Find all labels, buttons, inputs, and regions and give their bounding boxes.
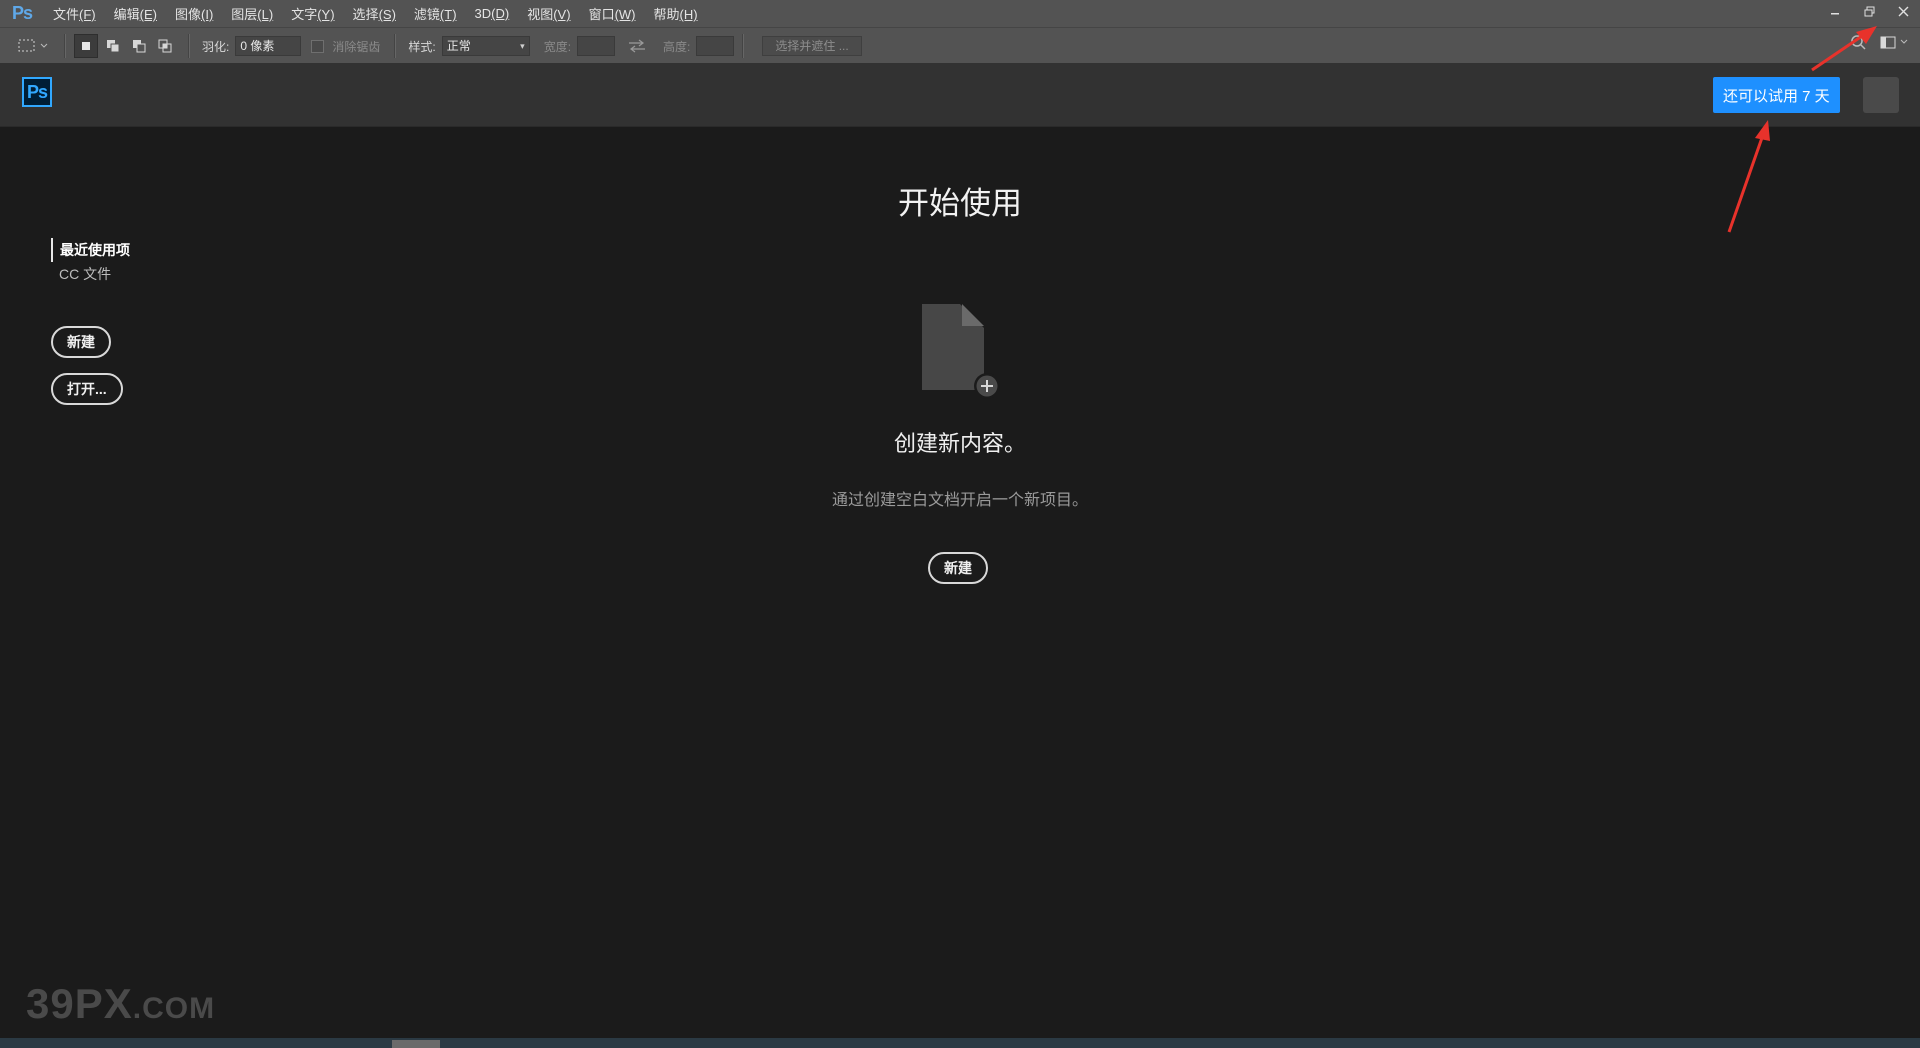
menu-edit[interactable]: 编辑(E): [105, 4, 166, 23]
workspace-switcher[interactable]: [1880, 36, 1908, 49]
style-select[interactable]: 正常 ▾: [441, 36, 530, 56]
feather-input[interactable]: 0 像素: [235, 36, 302, 56]
menu-layer[interactable]: 图层(L): [222, 4, 282, 23]
restore-icon: [1864, 6, 1874, 16]
new-selection-icon: [82, 42, 90, 50]
close-button[interactable]: [1886, 0, 1920, 22]
options-bar: 羽化: 0 像素 消除锯齿 样式: 正常 ▾ 宽度: 高度: 选择并遮住 ...: [0, 27, 1920, 65]
app-logo: Ps: [11, 3, 33, 23]
watermark: 39PX.COM: [26, 980, 216, 1027]
separator: [64, 34, 66, 58]
chevron-down-icon: [40, 43, 48, 48]
add-selection-button[interactable]: [102, 35, 124, 57]
tool-preset-picker[interactable]: [18, 34, 56, 58]
window-controls: [1818, 0, 1920, 27]
swap-dimensions-icon[interactable]: [627, 39, 647, 53]
options-right-tools: [1850, 34, 1908, 50]
menu-select[interactable]: 选择(S): [344, 4, 405, 23]
trial-days-button[interactable]: 还可以试用 7 天: [1713, 77, 1840, 113]
search-icon[interactable]: [1850, 34, 1866, 50]
separator: [394, 34, 397, 58]
close-icon: [1898, 6, 1908, 16]
new-selection-button[interactable]: [74, 34, 98, 58]
separator: [188, 34, 190, 58]
restore-button[interactable]: [1852, 0, 1886, 22]
photoshop-logo: Ps: [22, 77, 52, 107]
menu-3d[interactable]: 3D(D): [466, 6, 519, 21]
width-label: 宽度:: [543, 39, 572, 54]
create-new-title: 创建新内容。: [893, 431, 1026, 456]
minimize-icon: [1831, 13, 1839, 15]
feather-label: 羽化:: [202, 39, 230, 54]
sidebar-item-recent[interactable]: 最近使用项: [51, 238, 130, 262]
annotation-arrows: [1727, 26, 1877, 233]
workspace-icon: [1880, 36, 1896, 48]
sidebar-nav: 最近使用项 CC 文件: [51, 238, 130, 286]
menu-view[interactable]: 视图(V): [518, 4, 579, 23]
avatar[interactable]: [1863, 77, 1899, 113]
height-input[interactable]: [696, 36, 735, 56]
menu-filter[interactable]: 滤镜(T): [405, 4, 466, 23]
height-label: 高度:: [663, 39, 691, 54]
sidebar-new-button[interactable]: 新建: [51, 326, 111, 358]
create-new-subtitle: 通过创建空白文档开启一个新项目。: [831, 492, 1088, 509]
menu-file[interactable]: 文件(F): [44, 4, 105, 23]
add-selection-icon: [107, 40, 120, 53]
select-and-mask-button[interactable]: 选择并遮住 ...: [762, 36, 862, 56]
menu-help[interactable]: 帮助(H): [645, 4, 707, 23]
width-input[interactable]: [577, 36, 616, 56]
style-label: 样式:: [408, 39, 436, 54]
marquee-tool-icon: [18, 39, 35, 52]
page-title: 开始使用: [898, 186, 1022, 222]
intersect-selection-button[interactable]: [154, 35, 176, 57]
antialias-checkbox[interactable]: [311, 39, 325, 53]
sidebar-item-cc-files[interactable]: CC 文件: [51, 262, 130, 286]
menu-window[interactable]: 窗口(W): [580, 4, 645, 23]
home-header: Ps 还可以试用 7 天: [0, 63, 1920, 127]
subtract-selection-icon: [133, 40, 146, 53]
menu-type[interactable]: 文字(Y): [282, 4, 343, 23]
intersect-selection-icon: [158, 39, 172, 53]
sidebar-open-button[interactable]: 打开...: [51, 373, 123, 405]
new-document-icon: [922, 304, 1000, 399]
menu-bar: Ps 文件(F) 编辑(E) 图像(I) 图层(L) 文字(Y) 选择(S) 滤…: [0, 0, 1920, 27]
subtract-selection-button[interactable]: [128, 35, 150, 57]
menu-image[interactable]: 图像(I): [166, 4, 222, 23]
chevron-down-icon: ▾: [520, 41, 525, 51]
antialias-label: 消除锯齿: [332, 39, 381, 54]
chevron-down-icon: [1900, 39, 1908, 44]
scrollbar-thumb[interactable]: [392, 1040, 440, 1048]
minimize-button[interactable]: [1818, 0, 1852, 22]
separator: [742, 34, 745, 58]
center-new-button[interactable]: 新建: [928, 552, 988, 584]
status-strip: [0, 1038, 1920, 1048]
